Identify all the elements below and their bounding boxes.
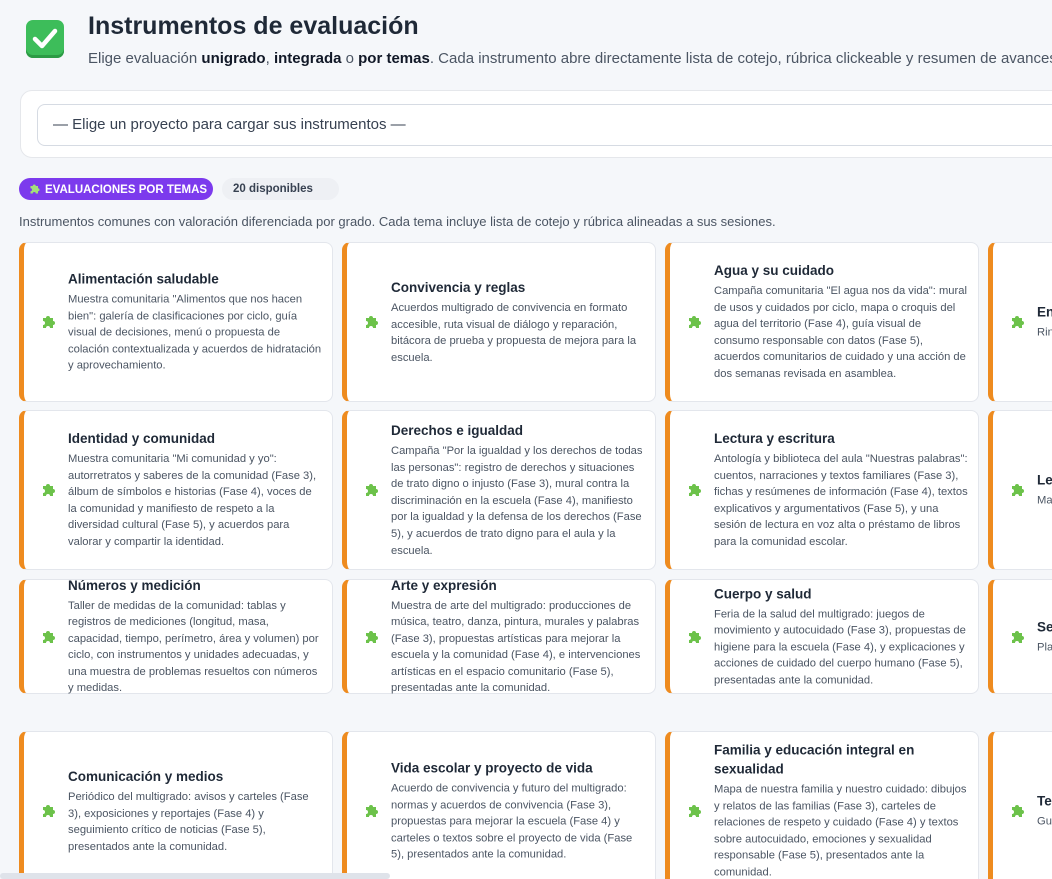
project-select-panel: — Elige un proyecto para cargar sus inst…: [20, 90, 1052, 158]
puzzle-icon: [364, 314, 380, 335]
theme-card[interactable]: En Rin aut ter rut her era: [988, 242, 1052, 402]
puzzle-icon: [364, 482, 380, 503]
puzzle-icon: [1010, 314, 1026, 335]
puzzle-icon: [687, 629, 703, 650]
theme-card-title: Agua y su cuidado: [714, 263, 835, 279]
theme-card-title: Números y medición: [68, 577, 201, 593]
theme-card-body: Le Ma con dis ling la c inte: [1037, 471, 1052, 510]
theme-card-body: Familia y educación integral en sexualid…: [714, 741, 968, 879]
theme-card[interactable]: Familia y educación integral en sexualid…: [665, 731, 979, 879]
theme-card-body: En Rin aut ter rut her era: [1037, 303, 1052, 342]
theme-card-title: En: [1037, 304, 1052, 320]
puzzle-icon: [41, 629, 57, 650]
theme-card-title: Familia y educación integral en sexualid…: [714, 742, 915, 777]
theme-card-title: Le: [1037, 472, 1052, 488]
theme-card-body: Convivencia y reglas Acuerdos multigrado …: [391, 278, 645, 366]
puzzle-icon: [30, 184, 40, 194]
theme-card-description: Acuerdos multigrado de convivencia en fo…: [391, 301, 637, 364]
theme-card-title: Arte y expresión: [391, 577, 497, 593]
puzzle-icon: [687, 314, 703, 335]
theme-card-description: Pla acc esc pre car gén: [1037, 641, 1052, 654]
theme-card-description: Taller de medidas de la comunidad: tabla…: [68, 599, 319, 695]
theme-card-body: Alimentación saludable Muestra comunitari…: [68, 270, 322, 375]
theme-card-title: Comunicación y medios: [68, 768, 224, 784]
theme-card-body: Te Gu sob (Fa ries y s dig con: [1037, 792, 1052, 831]
theme-card-body: Lectura y escritura Antología y bibliotec…: [714, 429, 968, 551]
theme-card-body: Identidad y comunidad Muestra comunitaria…: [68, 429, 322, 551]
puzzle-icon: [1010, 482, 1026, 503]
theme-card-title: Derechos e igualdad: [391, 422, 524, 438]
theme-card-title: Alimentación saludable: [68, 271, 219, 287]
theme-card-body: Arte y expresión Muestra de arte del mult…: [391, 576, 645, 698]
theme-card[interactable]: Arte y expresión Muestra de arte del mult…: [342, 578, 656, 695]
theme-card-description: Periódico del multigrado: avisos y carte…: [68, 790, 309, 853]
theme-card-description: Muestra comunitaria "Alimentos que nos h…: [68, 293, 322, 372]
theme-card-title: Convivencia y reglas: [391, 279, 526, 295]
theme-card-description: Feria de la salud del multigrado: juegos…: [714, 608, 966, 687]
themes-grid: Alimentación saludable Muestra comunitari…: [19, 242, 1052, 879]
page-header: Instrumentos de evaluación Elige evaluac…: [26, 12, 1052, 72]
theme-card-title: Identidad y comunidad: [68, 431, 216, 447]
theme-card[interactable]: Alimentación saludable Muestra comunitari…: [19, 242, 333, 402]
theme-card[interactable]: Derechos e igualdad Campaña "Por la igual…: [342, 410, 656, 570]
theme-card-description: Mapa de nuestra familia y nuestro cuidad…: [714, 783, 967, 879]
theme-card[interactable]: Identidad y comunidad Muestra comunitaria…: [19, 410, 333, 570]
theme-card[interactable]: Lectura y escritura Antología y bibliotec…: [665, 410, 979, 570]
theme-card-description: Gu sob (Fa ries y s dig con: [1037, 815, 1052, 828]
theme-card-description: Rin aut ter rut her era: [1037, 326, 1052, 339]
theme-card-body: Derechos e igualdad Campaña "Por la igual…: [391, 421, 645, 559]
puzzle-icon: [1010, 629, 1026, 650]
puzzle-icon: [1010, 803, 1026, 824]
puzzle-icon: [41, 482, 57, 503]
section-intro: Instrumentos comunes con valoración dife…: [19, 214, 776, 229]
theme-card[interactable]: Números y medición Taller de medidas de l…: [19, 578, 333, 695]
theme-card-title: Cuerpo y salud: [714, 586, 812, 602]
theme-card[interactable]: Se Pla acc esc pre car gén: [988, 579, 1052, 694]
theme-card-body: Agua y su cuidado Campaña comunitaria "El…: [714, 261, 968, 383]
theme-card-body: Cuerpo y salud Feria de la salud del mult…: [714, 584, 968, 689]
project-select[interactable]: — Elige un proyecto para cargar sus inst…: [37, 104, 1052, 146]
theme-card-title: Te: [1037, 793, 1052, 809]
theme-card[interactable]: Comunicación y medios Periódico del multi…: [19, 731, 333, 879]
theme-card[interactable]: Vida escolar y proyecto de vida Acuerdo d…: [342, 731, 656, 879]
theme-card-description: Campaña "Por la igualdad y los derechos …: [391, 444, 643, 557]
puzzle-icon: [364, 803, 380, 824]
themes-badge[interactable]: EVALUACIONES POR TEMAS: [19, 178, 213, 200]
puzzle-icon: [41, 803, 57, 824]
theme-card-body: Números y medición Taller de medidas de l…: [68, 576, 322, 698]
theme-card-title: Lectura y escritura: [714, 431, 835, 447]
theme-card-title: Se: [1037, 619, 1052, 635]
horizontal-scrollbar[interactable]: [0, 873, 390, 879]
theme-card[interactable]: Te Gu sob (Fa ries y s dig con: [988, 731, 1052, 879]
page-subtitle: Elige evaluación unigrado, integrada o p…: [88, 50, 1052, 67]
theme-card-body: Vida escolar y proyecto de vida Acuerdo d…: [391, 759, 645, 864]
theme-card-body: Comunicación y medios Periódico del multi…: [68, 767, 322, 855]
theme-card-body: Se Pla acc esc pre car gén: [1037, 617, 1052, 656]
theme-card-description: Muestra comunitaria "Mi comunidad y yo":…: [68, 453, 317, 549]
puzzle-icon: [687, 803, 703, 824]
check-icon: [26, 20, 64, 58]
puzzle-icon: [687, 482, 703, 503]
theme-card-description: Ma con dis ling la c inte: [1037, 494, 1052, 507]
theme-card[interactable]: Agua y su cuidado Campaña comunitaria "El…: [665, 242, 979, 402]
theme-card-description: Campaña comunitaria "El agua nos da vida…: [714, 285, 967, 381]
theme-card-title: Vida escolar y proyecto de vida: [391, 760, 593, 776]
theme-card[interactable]: Cuerpo y salud Feria de la salud del mult…: [665, 579, 979, 694]
theme-card[interactable]: Convivencia y reglas Acuerdos multigrado …: [342, 242, 656, 402]
puzzle-icon: [364, 629, 380, 650]
available-count-badge: 20 disponibles: [222, 178, 339, 200]
theme-card-description: Muestra de arte del multigrado: producci…: [391, 599, 641, 695]
theme-card-description: Antología y biblioteca del aula "Nuestra…: [714, 453, 968, 549]
theme-card[interactable]: Le Ma con dis ling la c inte: [988, 410, 1052, 570]
puzzle-icon: [41, 314, 57, 335]
theme-card-description: Acuerdo de convivencia y futuro del mult…: [391, 782, 633, 861]
page-title: Instrumentos de evaluación: [88, 12, 419, 40]
